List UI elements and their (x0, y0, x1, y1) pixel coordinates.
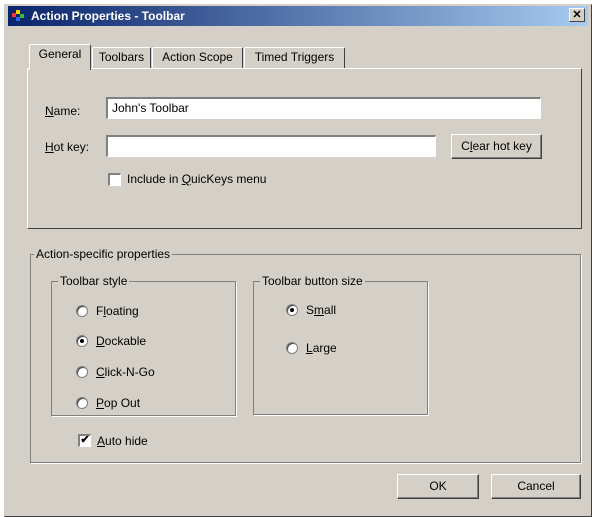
window-title: Action Properties - Toolbar (31, 9, 185, 23)
tab-label: Timed Triggers (254, 50, 335, 64)
tab-toolbars[interactable]: Toolbars (92, 47, 151, 68)
action-specific-properties-legend: Action-specific properties (34, 247, 173, 261)
ok-button[interactable]: OK (397, 474, 479, 499)
dockable-label: Dockable (96, 334, 147, 348)
quickkeys-label: Include in QuicKeys menu (127, 172, 267, 186)
floating-radio[interactable] (76, 305, 88, 317)
pop-out-radio[interactable] (76, 397, 88, 409)
click-n-go-label: Click-N-Go (96, 365, 155, 379)
small-label: Small (306, 303, 337, 317)
clear-hotkey-button[interactable]: Clear hot key (451, 134, 542, 159)
pop-out-label: Pop Out (96, 396, 141, 410)
name-label: Name: (45, 104, 81, 118)
tab-timed-triggers[interactable]: Timed Triggers (244, 47, 345, 68)
check-icon: ✔ (80, 434, 90, 446)
large-radio[interactable] (286, 342, 298, 354)
tab-label: Action Scope (162, 50, 233, 64)
tab-general[interactable]: General (29, 44, 91, 70)
hotkey-input[interactable] (106, 135, 436, 157)
dockable-radio[interactable] (76, 335, 88, 347)
toolbar-style-group: Toolbar style (51, 274, 236, 416)
app-icon (12, 10, 24, 21)
quickkeys-checkbox[interactable] (108, 173, 121, 186)
tab-label: General (38, 47, 82, 61)
close-icon: ✕ (572, 9, 582, 21)
toolbar-button-size-group: Toolbar button size (253, 274, 428, 415)
auto-hide-checkbox[interactable]: ✔ (78, 434, 91, 447)
floating-label: Floating (96, 304, 139, 318)
hotkey-label: Hot key: (45, 140, 90, 154)
close-button[interactable]: ✕ (569, 8, 585, 22)
click-n-go-radio[interactable] (76, 366, 88, 378)
name-input[interactable]: John's Toolbar (106, 97, 541, 119)
cancel-button[interactable]: Cancel (491, 474, 581, 499)
tab-action-scope[interactable]: Action Scope (152, 47, 243, 68)
large-label: Large (306, 341, 337, 355)
toolbar-style-legend: Toolbar style (58, 274, 130, 288)
tab-label: Toolbars (98, 50, 145, 64)
small-radio[interactable] (286, 304, 298, 316)
auto-hide-label: Auto hide (97, 434, 148, 448)
toolbar-button-size-legend: Toolbar button size (260, 274, 365, 288)
title-bar[interactable]: Action Properties - Toolbar ✕ (8, 6, 588, 26)
